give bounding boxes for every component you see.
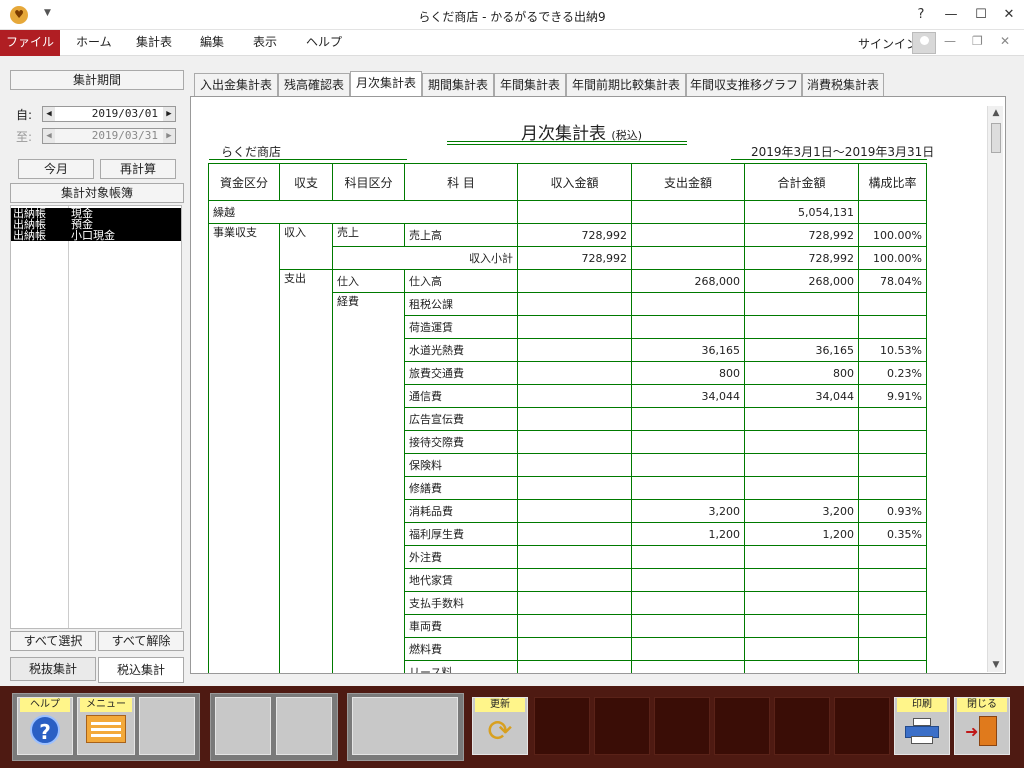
recalc-button[interactable]: 再計算 <box>100 159 176 179</box>
report-period: 2019年3月1日～2019年3月31日 <box>751 145 935 159</box>
deselect-all-button[interactable]: すべて解除 <box>98 631 184 651</box>
menu-button[interactable]: メニュー <box>77 697 135 755</box>
subtotal-label: 収入小計 <box>332 246 518 270</box>
this-month-button[interactable]: 今月 <box>18 159 94 179</box>
tab-deposit-summary[interactable]: 入出金集計表 <box>194 73 278 97</box>
expense-cell: 支出 <box>279 269 333 673</box>
income-cell: 収入 <box>279 223 333 270</box>
printer-icon <box>905 718 939 744</box>
col-header-total: 合計金額 <box>744 163 859 201</box>
menu-help[interactable]: ヘルプ <box>306 30 342 56</box>
fkey-blank-3 <box>654 697 710 755</box>
fkey-blank-4 <box>714 697 770 755</box>
from-prev-icon[interactable]: ◀ <box>43 107 55 121</box>
col-header-income: 収入金額 <box>517 163 632 201</box>
menu-edit[interactable]: 編集 <box>200 30 224 56</box>
menu-home[interactable]: ホーム <box>76 30 112 56</box>
to-date-field[interactable]: ◀ 2019/03/31 ▶ <box>42 128 176 144</box>
account-cell: 売上高 <box>404 223 518 247</box>
expense-category-cell: 経費 <box>332 292 405 673</box>
shop-name: らくだ商店 <box>221 145 282 159</box>
fkey-blank-5 <box>774 697 830 755</box>
tax-excluded-tab[interactable]: 税抜集計 <box>10 657 96 681</box>
tab-annual-summary[interactable]: 年間集計表 <box>494 73 566 97</box>
from-next-icon[interactable]: ▶ <box>163 107 175 121</box>
purchase-category-cell: 仕入 <box>332 269 405 293</box>
fkey-f6-button[interactable] <box>352 697 458 755</box>
refresh-button[interactable]: 更新 ⟳ <box>472 697 528 755</box>
fkey-blank-1 <box>534 697 590 755</box>
table-row: 支出 仕入 仕入高 268,000 268,000 78.04% <box>209 269 927 673</box>
tab-period-summary[interactable]: 期間集計表 <box>422 73 494 97</box>
minimize-icon[interactable]: — <box>936 4 966 26</box>
ribbon-restore-icon[interactable]: ❐ <box>972 34 983 48</box>
exit-door-icon: ➜ <box>965 716 999 746</box>
title-bar: ♥ ▼ らくだ商店 - かるがるできる出納9 ? — ☐ ✕ <box>0 0 1024 30</box>
ledger-item[interactable]: 出納帳 小口現金 <box>11 230 181 241</box>
close-button[interactable]: 閉じる ➜ <box>954 697 1010 755</box>
print-button[interactable]: 印刷 <box>894 697 950 755</box>
help-question-icon: ? <box>30 715 60 745</box>
scroll-down-icon[interactable]: ▼ <box>988 658 1004 672</box>
from-date-field[interactable]: ◀ 2019/03/01 ▶ <box>42 106 176 122</box>
menu-view[interactable]: 表示 <box>253 30 277 56</box>
carryover-label: 繰越 <box>208 200 518 224</box>
left-panel: 集計期間 自: ◀ 2019/03/01 ▶ 至: ◀ 2019/03/31 ▶… <box>8 68 186 684</box>
to-prev-icon[interactable]: ◀ <box>43 129 55 143</box>
ribbon-close-icon[interactable]: ✕ <box>1000 34 1010 48</box>
tab-annual-trend-graph[interactable]: 年間収支推移グラフ <box>686 73 802 97</box>
col-header-expense: 支出金額 <box>631 163 745 201</box>
table-row: 繰越 5,054,131 <box>208 200 927 224</box>
scroll-thumb[interactable] <box>991 123 1001 153</box>
menu-bar: ファイル ホーム 集計表 編集 表示 ヘルプ サインイン — ❐ ✕ <box>0 30 1024 56</box>
help-button[interactable]: ヘルプ ? <box>17 697 73 755</box>
refresh-icon: ⟳ <box>487 714 513 749</box>
report-sheet: 月次集計表 (税込) らくだ商店 2019年3月1日～2019年3月31日 資金… <box>190 96 1006 674</box>
carryover-total: 5,054,131 <box>744 200 859 224</box>
col-header-category: 科目区分 <box>332 163 405 201</box>
avatar-icon[interactable] <box>912 32 936 54</box>
col-header-fund: 資金区分 <box>208 163 280 201</box>
scroll-up-icon[interactable]: ▲ <box>988 106 1004 120</box>
from-date-value: 2019/03/01 <box>91 107 158 120</box>
fkey-blank-6 <box>834 697 890 755</box>
to-date-value: 2019/03/31 <box>91 129 158 142</box>
table-row: 事業収支 収入 売上 売上高 728,992 728,992 100.00% <box>208 223 927 673</box>
function-key-bar: ヘルプ ? メニュー 更新 ⟳ 印刷 閉じる ➜ <box>0 686 1024 768</box>
tab-annual-comparison[interactable]: 年間前期比較集計表 <box>566 73 686 97</box>
from-label: 自: <box>16 108 33 122</box>
period-header-button[interactable]: 集計期間 <box>10 70 184 90</box>
tab-monthly-summary[interactable]: 月次集計表 <box>350 71 422 97</box>
summary-table: 資金区分 収支 科目区分 科 目 収入金額 支出金額 合計金額 構成比率 繰越 … <box>208 163 927 673</box>
col-header-account: 科 目 <box>404 163 518 201</box>
maximize-icon[interactable]: ☐ <box>966 4 996 26</box>
signin-link[interactable]: サインイン <box>858 35 918 52</box>
window-title: らくだ商店 - かるがるできる出納9 <box>418 10 606 24</box>
ledger-list[interactable]: 出納帳 現金 出納帳 預金 出納帳 小口現金 <box>10 205 182 629</box>
fkey-f4-button[interactable] <box>215 697 271 755</box>
col-header-ratio: 構成比率 <box>858 163 927 201</box>
ribbon-minimize-icon[interactable]: — <box>944 34 956 48</box>
fkey-f3-button[interactable] <box>139 697 195 755</box>
menu-file[interactable]: ファイル <box>0 30 60 56</box>
fkey-blank-2 <box>594 697 650 755</box>
close-window-icon[interactable]: ✕ <box>994 4 1024 26</box>
tab-consumption-tax[interactable]: 消費税集計表 <box>802 73 884 97</box>
sales-category-cell: 売上 <box>332 223 405 247</box>
select-all-button[interactable]: すべて選択 <box>10 631 96 651</box>
menu-summary[interactable]: 集計表 <box>136 30 172 56</box>
fkey-f5-button[interactable] <box>276 697 332 755</box>
tax-included-tab[interactable]: 税込集計 <box>98 657 184 683</box>
to-next-icon[interactable]: ▶ <box>163 129 175 143</box>
help-question-icon[interactable]: ? <box>906 4 936 26</box>
fund-cell: 事業収支 <box>208 223 280 673</box>
vertical-scrollbar[interactable]: ▲ ▼ <box>987 106 1003 672</box>
ledger-header-button[interactable]: 集計対象帳簿 <box>10 183 184 203</box>
to-label: 至: <box>16 130 33 144</box>
col-header-inout: 収支 <box>279 163 333 201</box>
tab-balance-check[interactable]: 残高確認表 <box>278 73 350 97</box>
menu-list-icon <box>86 715 126 743</box>
